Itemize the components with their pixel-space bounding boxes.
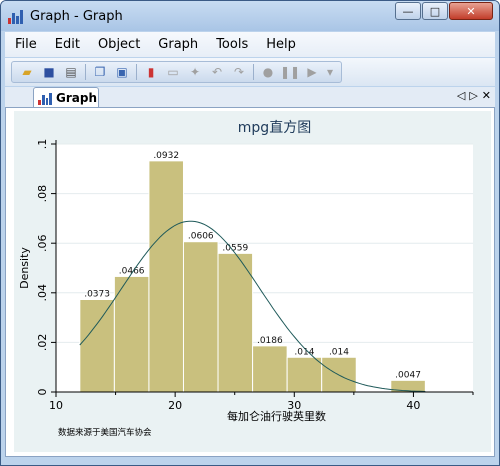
histogram-bar: [182, 241, 219, 393]
tab-next-icon[interactable]: ▷: [469, 89, 477, 102]
bar-value-label: .0466: [119, 266, 145, 276]
undo-icon[interactable]: ↶: [208, 63, 226, 81]
stata-graph-icon: [8, 8, 24, 24]
x-tick-label: 10: [49, 399, 63, 412]
print-icon[interactable]: ▤: [62, 63, 80, 81]
histogram-bar: [79, 298, 115, 393]
menu-bar: File Edit Object Graph Tools Help: [5, 32, 495, 57]
y-tick-label: .08: [36, 185, 49, 203]
histogram-bar: [252, 345, 288, 393]
paste-icon[interactable]: ▣: [113, 63, 131, 81]
graph-area: mpg直方图 .0373 .0466 .0932 .0606 .0559 .0186 .014…: [14, 111, 491, 452]
redo-icon[interactable]: ↷: [230, 63, 248, 81]
y-tick-label: .02: [36, 334, 49, 352]
x-axis-label: 每加仑油行驶英里数: [227, 409, 326, 423]
x-tick-label: 20: [168, 399, 182, 412]
histogram-bar: [217, 252, 254, 393]
bar-value-label: .0373: [84, 289, 110, 299]
maximize-button[interactable]: □: [422, 2, 448, 20]
menu-object[interactable]: Object: [88, 37, 148, 52]
bar-value-label: .0186: [257, 336, 283, 346]
tab-close-icon[interactable]: ✕: [482, 89, 491, 102]
chart-title: mpg直方图: [238, 119, 311, 136]
play-icon[interactable]: ▶: [303, 63, 321, 81]
graph-window: Graph - Graph — □ ✕ File Edit Object Gra…: [0, 0, 500, 466]
y-tick-label: .1: [36, 139, 49, 150]
menu-edit[interactable]: Edit: [45, 37, 88, 52]
window-title: Graph - Graph: [30, 8, 123, 24]
x-tick-label: 40: [406, 399, 420, 412]
toolbar: ▰ ■ ▤ ❐ ▣ ▮ ▭ ✦ ↶ ↷ ● ❚❚ ▶ ▾: [5, 58, 495, 86]
menu-tools[interactable]: Tools: [206, 37, 256, 52]
pointer-icon[interactable]: ✦: [186, 63, 204, 81]
menu-file[interactable]: File: [5, 37, 45, 52]
histogram-chart: mpg直方图 .0373 .0466 .0932 .0606 .0559 .0186 .014…: [18, 119, 474, 438]
tab-row: Graph ◁ ▷ ✕: [5, 87, 495, 108]
histogram-bar: [113, 275, 150, 393]
properties-icon[interactable]: ▭: [164, 63, 182, 81]
bar-value-label: .0559: [222, 243, 248, 253]
bar-value-label: .0932: [153, 151, 179, 161]
title-bar[interactable]: Graph - Graph — □ ✕: [1, 1, 499, 31]
y-tick-label: .04: [36, 284, 49, 302]
menu-graph[interactable]: Graph: [148, 37, 206, 52]
y-tick-label: .06: [36, 234, 49, 252]
tab-graph[interactable]: Graph: [33, 87, 99, 108]
graph-frame: mpg直方图 .0373 .0466 .0932 .0606 .0559 .0186 .014…: [5, 107, 495, 457]
open-icon[interactable]: ▰: [18, 63, 36, 81]
pause-icon[interactable]: ❚❚: [280, 63, 300, 81]
bar-value-label: .0606: [188, 232, 214, 242]
bar-value-label: .014: [329, 347, 349, 357]
y-axis-label: Density: [18, 247, 31, 289]
tab-prev-icon[interactable]: ◁: [457, 89, 465, 102]
bar-value-label: .0047: [395, 370, 421, 380]
minimize-button[interactable]: —: [395, 2, 421, 20]
menu-help[interactable]: Help: [256, 37, 304, 52]
graph-editor-icon[interactable]: ▮: [142, 63, 160, 81]
graph-tab-icon: [38, 92, 52, 105]
footnote: 数据来源于美国汽车协会: [58, 427, 152, 438]
y-tick-label: 0: [36, 389, 49, 396]
close-button[interactable]: ✕: [449, 2, 493, 20]
tab-label: Graph: [56, 91, 97, 105]
histogram-bar: [148, 160, 184, 393]
record-icon[interactable]: ●: [259, 63, 277, 81]
copy-icon[interactable]: ❐: [91, 63, 109, 81]
save-icon[interactable]: ■: [40, 63, 58, 81]
histogram-bar: [286, 356, 323, 393]
dropdown-icon[interactable]: ▾: [325, 63, 335, 81]
